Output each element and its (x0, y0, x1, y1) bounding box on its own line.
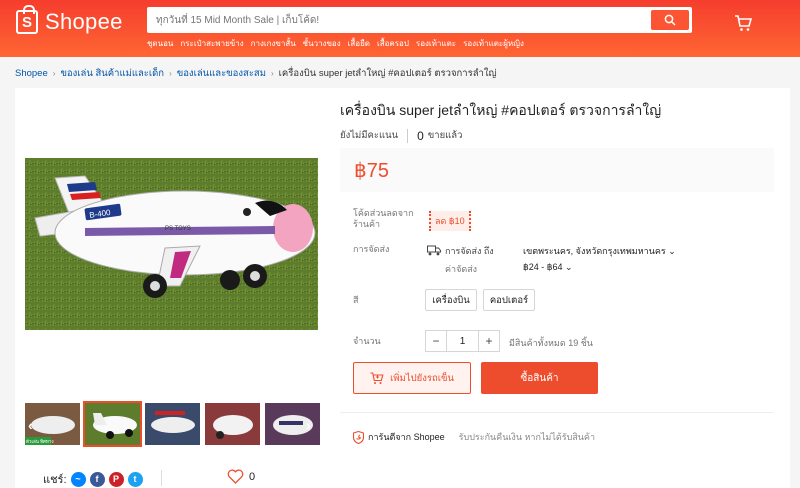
breadcrumb-item[interactable]: ของเล่นและของสะสม (177, 66, 266, 81)
thumbnail-image: ตัวเล่น ทิศทาง (25, 403, 80, 445)
shopee-guarantee[interactable]: การันตีจาก Shopee รับประกันคืนเงิน หากไม… (353, 430, 595, 444)
thumbnail[interactable]: ตัวเล่น ทิศทาง (25, 403, 80, 445)
chevron-down-icon: ⌄ (565, 262, 573, 272)
heart-icon (227, 469, 244, 484)
ship-cost: ฿24 - ฿64 (523, 262, 563, 272)
quantity-increase-button[interactable]: + (479, 331, 499, 351)
option-copter[interactable]: คอปเตอร์ (483, 289, 535, 311)
rating-row: ยังไม่มีคะแนน 0 ขายแล้ว (340, 128, 462, 143)
ship-to-location: เขตพระนคร, จังหวัดกรุงเทพมหานคร (523, 246, 666, 256)
buy-now-button[interactable]: ซื้อสินค้า (481, 362, 598, 394)
twitter-icon[interactable]: t (127, 471, 143, 487)
quantity-stepper: − 1 + (425, 330, 500, 352)
hint-link[interactable]: เสื้อยืด (348, 37, 370, 50)
hint-link[interactable]: กางเกงขาสั้น (251, 37, 296, 50)
hint-link[interactable]: รองเท้าแตะ (416, 37, 456, 50)
thumbnail-image (265, 403, 320, 445)
thumbnail[interactable] (205, 403, 260, 445)
logo-text: Shopee (45, 9, 123, 34)
logo-mark: S (21, 13, 32, 31)
truck-icon (427, 245, 441, 256)
airplane-photo: B-400 PS TOYS (25, 158, 318, 330)
facebook-icon[interactable]: f (89, 471, 105, 487)
search-button[interactable] (651, 10, 689, 30)
ship-to-label: การจัดส่ง ถึง (445, 246, 494, 256)
breadcrumb-item[interactable]: ของเล่น สินค้าแม่และเด็ก (60, 66, 164, 81)
divider (340, 412, 774, 413)
add-cart-icon (370, 371, 384, 384)
thumbnail-image (205, 403, 260, 445)
share-row: แชร์: ~ f P t (43, 470, 143, 488)
ship-cost-label: ค่าจัดส่ง (445, 264, 478, 274)
voucher-label: โค้ดส่วนลดจากร้านค้า (353, 208, 414, 229)
divider (161, 470, 162, 486)
top-header: S Shopee ชุดนอน กระเป๋าสะพายข้าง กางเกงข… (0, 0, 800, 57)
hint-link[interactable]: ชุดนอน (147, 37, 173, 50)
favorite-button[interactable]: 0 (227, 469, 255, 484)
divider (407, 128, 409, 143)
cart-icon[interactable] (734, 14, 752, 32)
shipping-label: การจัดส่ง (353, 244, 390, 254)
search-hints: ชุดนอน กระเป๋าสะพายข้าง กางเกงขาสั้น ชั้… (147, 37, 531, 50)
shopee-bag-icon: S (16, 5, 38, 34)
hint-link[interactable]: เสื้อครอป (377, 37, 409, 50)
thumbnail-selected[interactable] (83, 401, 142, 447)
sold-label: ขายแล้ว (427, 130, 463, 141)
voucher-badge[interactable]: ลด ฿10 (429, 211, 471, 231)
chevron-right-icon: › (169, 69, 172, 78)
thumbnail[interactable] (265, 403, 320, 445)
breadcrumb-item[interactable]: Shopee (15, 68, 48, 79)
search-input[interactable] (156, 7, 646, 33)
plane-side-text: PS TOYS (165, 226, 191, 232)
search-icon (664, 14, 676, 26)
hint-link[interactable]: ชั้นวางของ (303, 37, 341, 50)
option-airplane[interactable]: เครื่องบิน (425, 289, 477, 311)
thumbnail-badge: ตัวเล่น ทิศทาง (26, 439, 54, 444)
product-title: เครื่องบิน super jetลำใหญ่ #คอปเตอร์ ตรว… (340, 102, 662, 118)
quantity-decrease-button[interactable]: − (426, 331, 446, 351)
product-price: ฿75 (354, 160, 389, 182)
shield-icon (353, 430, 364, 444)
shopee-logo[interactable]: S Shopee (16, 5, 123, 35)
messenger-icon[interactable]: ~ (70, 471, 86, 487)
stock-text: มีสินค้าทั้งหมด 19 ชิ้น (509, 338, 593, 348)
chevron-right-icon[interactable]: › (306, 417, 311, 433)
price-box: ฿75 (340, 148, 774, 192)
add-to-cart-button[interactable]: เพิ่มไปยังรถเข็น (353, 362, 471, 394)
search-bar (147, 7, 692, 33)
hint-link[interactable]: รองเท้าแตะผู้หญิง (463, 37, 524, 50)
thumbnail-strip: ตัวเล่น ทิศทาง ‹ › (25, 401, 320, 447)
quantity-label: จำนวน (353, 336, 381, 346)
product-main-image[interactable]: B-400 PS TOYS (25, 158, 318, 330)
thumbnail[interactable] (145, 403, 200, 445)
guarantee-title: การันตีจาก Shopee (368, 432, 445, 442)
chevron-right-icon: › (52, 69, 56, 78)
pinterest-icon[interactable]: P (108, 471, 124, 487)
add-to-cart-label: เพิ่มไปยังรถเข็น (390, 372, 454, 384)
thumbnail-image (145, 403, 200, 445)
rating-text: ยังไม่มีคะแนน (340, 130, 399, 141)
guarantee-subtitle: รับประกันคืนเงิน หากไม่ได้รับสินค้า (458, 432, 595, 442)
share-label: แชร์: (43, 474, 67, 486)
chevron-left-icon[interactable]: ‹ (28, 417, 33, 433)
favorite-count: 0 (249, 470, 256, 483)
breadcrumb-current: เครื่องบิน super jetลำใหญ่ #คอปเตอร์ ตรว… (278, 68, 497, 79)
chevron-right-icon: › (270, 69, 274, 78)
quantity-input[interactable]: 1 (446, 331, 479, 351)
hint-link[interactable]: กระเป๋าสะพายข้าง (180, 37, 243, 50)
breadcrumb: Shopee › ของเล่น สินค้าแม่และเด็ก › ของเ… (15, 66, 497, 81)
thumbnail-image (85, 403, 140, 445)
color-label: สี (353, 295, 359, 305)
ship-cost-value[interactable]: ฿24 - ฿64 ⌄ (523, 262, 573, 273)
ship-to-value[interactable]: เขตพระนคร, จังหวัดกรุงเทพมหานคร ⌄ (523, 244, 676, 258)
sold-count: 0 (417, 128, 424, 143)
chevron-down-icon: ⌄ (668, 246, 676, 256)
